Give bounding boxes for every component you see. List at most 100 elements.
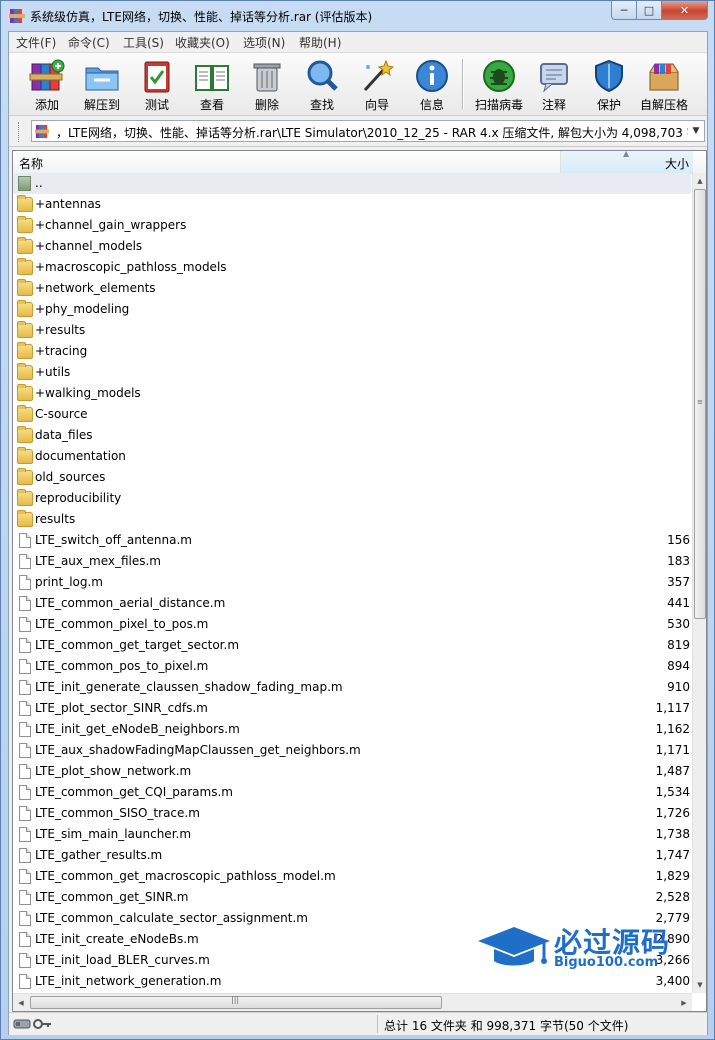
address-field[interactable]: ，LTE网络，切换、性能、掉话等分析.rar\LTE Simulator\201… <box>31 120 705 142</box>
file-list: 名称 ▲ 大小 .. +antennas +channel_gain_wrapper… <box>12 150 707 1012</box>
vertical-scroll-thumb[interactable]: ≡ <box>694 189 706 619</box>
menu-tools[interactable]: 工具(S) <box>123 34 164 51</box>
file-row[interactable]: LTE_plot_sector_SINR_cdfs.m 1,117 <box>13 698 691 719</box>
file-row[interactable]: LTE_aux_shadowFadingMapClaussen_get_neig… <box>13 740 691 761</box>
file-row[interactable]: LTE_common_SISO_trace.m 1,726 <box>13 803 691 824</box>
add-button[interactable]: 添加 <box>19 56 75 112</box>
wizard-wand-icon <box>363 59 395 92</box>
folder-icon <box>17 363 33 380</box>
folder-row[interactable]: +utils <box>13 362 691 383</box>
column-header-name[interactable]: 名称 <box>19 155 43 172</box>
key-drive-icon[interactable] <box>13 1017 53 1031</box>
extract-to-button[interactable]: 解压到 <box>74 56 130 112</box>
menu-command[interactable]: 命令(C) <box>68 34 110 51</box>
folder-row[interactable]: +macroscopic_pathloss_models <box>13 257 691 278</box>
folder-row[interactable]: +tracing <box>13 341 691 362</box>
file-size: 1,829 <box>655 869 690 883</box>
toolbar-grip[interactable] <box>18 122 22 142</box>
file-name: LTE_aux_mex_files.m <box>35 554 161 568</box>
file-row[interactable]: print_log.m 357 <box>13 572 691 593</box>
wizard-button[interactable]: 向导 <box>349 56 405 112</box>
file-icon <box>19 848 31 863</box>
menu-favorites[interactable]: 收藏夹(O) <box>175 34 230 51</box>
file-size: 1,726 <box>655 806 690 820</box>
file-name: old_sources <box>35 470 106 484</box>
find-button[interactable]: 查找 <box>294 56 350 112</box>
folder-icon <box>17 216 33 233</box>
folder-icon <box>17 258 33 275</box>
scroll-left-button[interactable]: ◀ <box>13 994 29 1011</box>
file-size: 1,747 <box>655 848 690 862</box>
file-name: LTE_common_SISO_trace.m <box>35 806 200 820</box>
scroll-right-button[interactable]: ▶ <box>676 994 692 1011</box>
folder-row[interactable]: documentation <box>13 446 691 467</box>
scroll-up-button[interactable]: ▲ <box>693 173 706 189</box>
folder-row[interactable]: +results <box>13 320 691 341</box>
horizontal-scrollbar[interactable]: ◀ ||| ▶ <box>13 993 692 1011</box>
scroll-down-button[interactable]: ▼ <box>693 977 706 993</box>
view-button[interactable]: 查看 <box>184 56 240 112</box>
file-row[interactable]: LTE_common_pos_to_pixel.m 894 <box>13 656 691 677</box>
maximize-button[interactable]: □ <box>636 1 662 20</box>
folder-icon <box>17 384 33 401</box>
file-row[interactable]: LTE_common_aerial_distance.m 441 <box>13 593 691 614</box>
delete-button[interactable]: 删除 <box>239 56 295 112</box>
file-row[interactable]: LTE_switch_off_antenna.m 156 <box>13 530 691 551</box>
title-bar[interactable]: 系统级仿真，LTE网络，切换、性能、掉话等分析.rar (评估版本) ─ □ ✕ <box>1 1 714 31</box>
column-header-size-cell[interactable]: ▲ 大小 <box>560 151 693 173</box>
column-header-size: 大小 <box>664 157 689 171</box>
file-name: results <box>35 512 76 526</box>
vertical-scrollbar[interactable]: ▲ ≡ ▼ <box>692 173 706 993</box>
file-row[interactable]: LTE_init_get_eNodeB_neighbors.m 1,162 <box>13 719 691 740</box>
file-row[interactable]: LTE_common_get_macroscopic_pathloss_mode… <box>13 866 691 887</box>
file-icon <box>19 932 31 947</box>
file-icon <box>19 701 31 716</box>
folder-row[interactable]: +antennas <box>13 194 691 215</box>
file-row[interactable]: LTE_plot_show_network.m 1,487 <box>13 761 691 782</box>
folder-row[interactable]: +channel_models <box>13 236 691 257</box>
file-icon <box>19 869 31 884</box>
status-separator <box>377 1015 378 1033</box>
folder-row[interactable]: data_files <box>13 425 691 446</box>
minimize-button[interactable]: ─ <box>611 1 637 20</box>
folder-row[interactable]: +channel_gain_wrappers <box>13 215 691 236</box>
folder-icon <box>17 447 33 464</box>
folder-row[interactable]: +walking_models <box>13 383 691 404</box>
virus-scan-button[interactable]: 扫描病毒 <box>471 56 527 112</box>
toolbar: 添加 解压到 测试 查看 删除 查找 向导 信息 扫描病毒 注释 保护 自解压格 <box>9 52 707 116</box>
test-button[interactable]: 测试 <box>129 56 185 112</box>
scroll-grip-icon: ||| <box>231 995 240 1004</box>
folder-row[interactable]: C-source <box>13 404 691 425</box>
file-rows: .. +antennas +channel_gain_wrappers +channe… <box>13 173 691 993</box>
folder-icon <box>17 321 33 338</box>
menu-help[interactable]: 帮助(H) <box>299 34 341 51</box>
file-row[interactable]: LTE_common_get_target_sector.m 819 <box>13 635 691 656</box>
file-name: LTE_common_calculate_sector_assignment.m <box>35 911 308 925</box>
folder-row[interactable]: old_sources <box>13 467 691 488</box>
menu-options[interactable]: 选项(N) <box>243 34 285 51</box>
folder-row[interactable]: +network_elements <box>13 278 691 299</box>
file-icon <box>19 638 31 653</box>
file-name: LTE_common_get_SINR.m <box>35 890 189 904</box>
file-row[interactable]: LTE_common_pixel_to_pos.m 530 <box>13 614 691 635</box>
protect-button[interactable]: 保护 <box>581 56 637 112</box>
menu-file[interactable]: 文件(F) <box>16 34 56 51</box>
address-dropdown-button[interactable]: ▼ <box>688 121 704 141</box>
file-row[interactable]: LTE_init_generate_claussen_shadow_fading… <box>13 677 691 698</box>
sfx-button[interactable]: 自解压格 <box>636 56 692 112</box>
file-name: reproducibility <box>35 491 122 505</box>
folder-row[interactable]: results <box>13 509 691 530</box>
file-row[interactable]: LTE_aux_mex_files.m 183 <box>13 551 691 572</box>
file-row[interactable]: LTE_gather_results.m 1,747 <box>13 845 691 866</box>
info-button[interactable]: 信息 <box>404 56 460 112</box>
folder-row[interactable]: +phy_modeling <box>13 299 691 320</box>
file-row[interactable]: LTE_sim_main_launcher.m 1,738 <box>13 824 691 845</box>
close-button[interactable]: ✕ <box>661 1 708 20</box>
horizontal-scroll-thumb[interactable]: ||| <box>30 995 442 1009</box>
folder-row[interactable]: reproducibility <box>13 488 691 509</box>
comment-button[interactable]: 注释 <box>526 56 582 112</box>
file-row[interactable]: LTE_common_get_SINR.m 2,528 <box>13 887 691 908</box>
parent-folder-row[interactable]: .. <box>13 173 691 194</box>
file-row[interactable]: LTE_common_get_CQI_params.m 1,534 <box>13 782 691 803</box>
archive-icon <box>35 124 50 139</box>
